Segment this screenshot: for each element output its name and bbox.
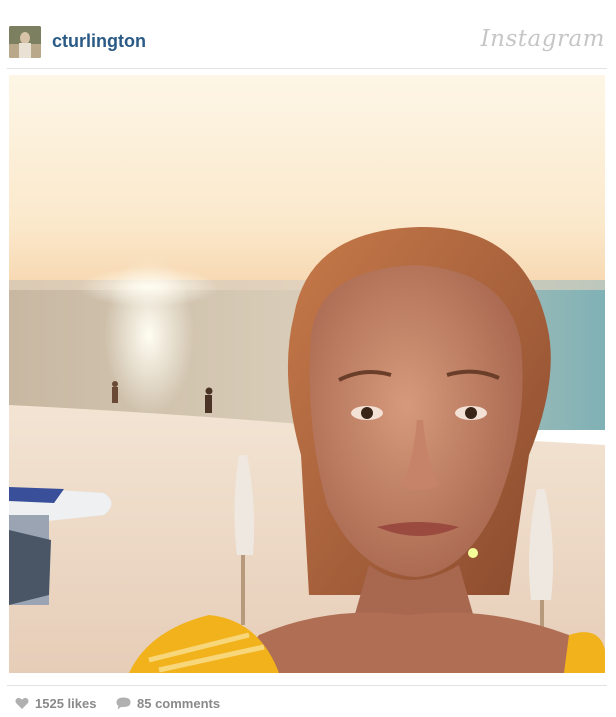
instagram-embed: cturlington Instagram 1525 likes 85 comm… — [7, 4, 607, 713]
likes-label: 1525 likes — [35, 696, 97, 711]
instagram-logo[interactable]: Instagram — [481, 26, 605, 52]
post-footer: 1525 likes 85 comments — [7, 685, 607, 714]
heart-icon — [15, 697, 29, 710]
username-link[interactable]: cturlington — [52, 31, 146, 52]
post-header: cturlington Instagram — [7, 4, 607, 69]
avatar[interactable] — [9, 26, 41, 58]
likes-count[interactable]: 1525 likes — [15, 696, 96, 711]
comments-count[interactable]: 85 comments — [116, 696, 220, 711]
speech-bubble-icon — [116, 697, 131, 710]
comments-label: 85 comments — [137, 696, 221, 711]
post-photo — [9, 75, 605, 673]
